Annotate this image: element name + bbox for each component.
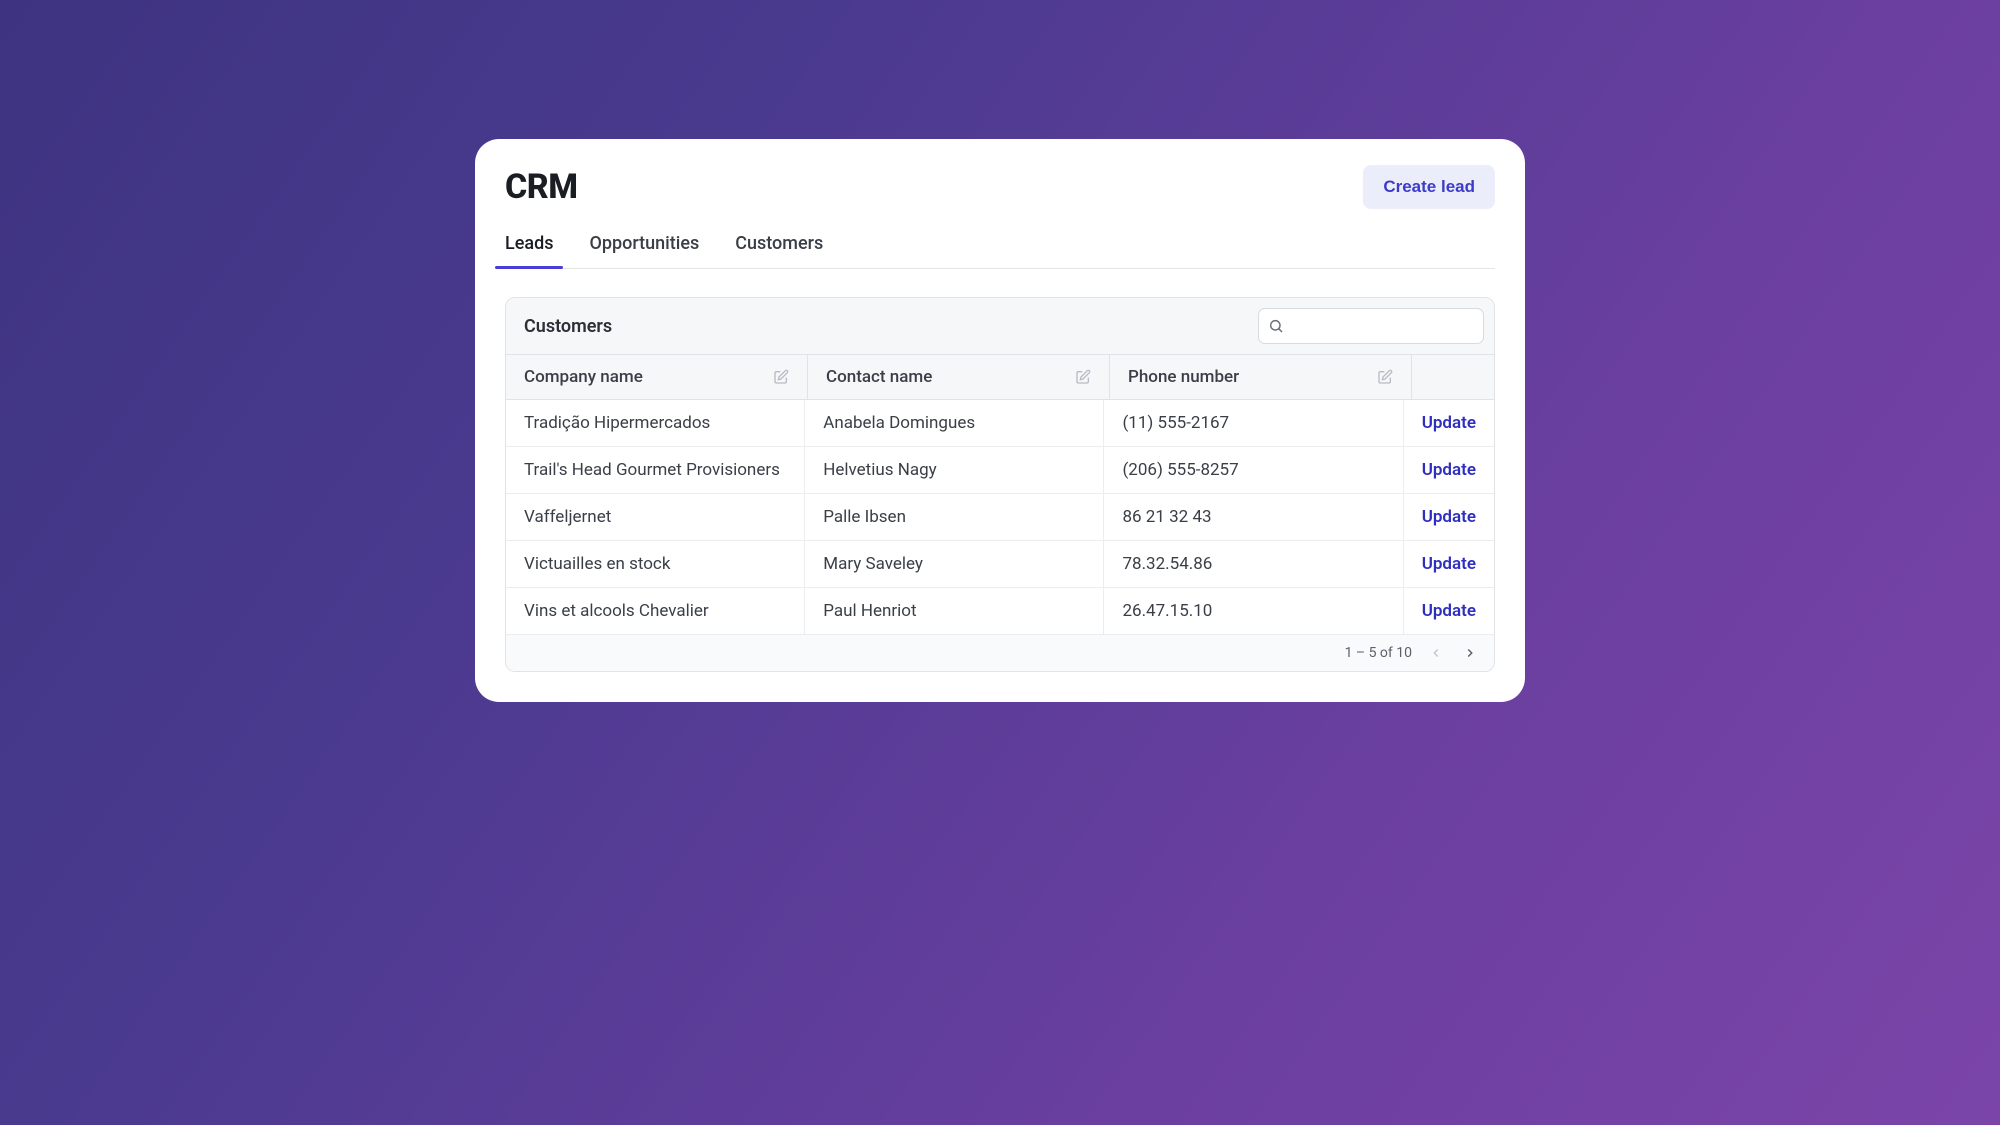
cell-contact: Mary Saveley: [805, 541, 1104, 587]
chevron-right-icon: [1463, 646, 1477, 660]
update-button[interactable]: Update: [1422, 601, 1476, 621]
customers-table: Customers Company name Contact name: [505, 297, 1495, 672]
tab-customers[interactable]: Customers: [735, 233, 823, 268]
table-row: Vaffeljernet Palle Ibsen 86 21 32 43 Upd…: [506, 494, 1494, 541]
pagination-prev-button[interactable]: [1426, 643, 1446, 663]
cell-contact: Anabela Domingues: [805, 400, 1104, 446]
col-phone-label: Phone number: [1128, 367, 1239, 387]
cell-actions: Update: [1404, 494, 1494, 540]
table-header: Customers: [506, 298, 1494, 355]
table-row: Vins et alcools Chevalier Paul Henriot 2…: [506, 588, 1494, 635]
col-phone[interactable]: Phone number: [1110, 355, 1412, 399]
tabs: Leads Opportunities Customers: [505, 233, 1495, 269]
update-button[interactable]: Update: [1422, 554, 1476, 574]
search-icon: [1268, 318, 1284, 334]
table-title: Customers: [524, 316, 612, 337]
cell-actions: Update: [1404, 447, 1494, 493]
edit-icon: [1377, 369, 1393, 385]
page-title: CRM: [505, 167, 578, 207]
search-wrap: [1258, 308, 1484, 344]
cell-company: Tradição Hipermercados: [506, 400, 805, 446]
cell-contact: Helvetius Nagy: [805, 447, 1104, 493]
cell-phone: (11) 555-2167: [1104, 400, 1403, 446]
search-input[interactable]: [1258, 308, 1484, 344]
crm-card: CRM Create lead Leads Opportunities Cust…: [475, 139, 1525, 702]
table-row: Trail's Head Gourmet Provisioners Helvet…: [506, 447, 1494, 494]
table-row: Tradição Hipermercados Anabela Domingues…: [506, 400, 1494, 447]
update-button[interactable]: Update: [1422, 460, 1476, 480]
cell-company: Vaffeljernet: [506, 494, 805, 540]
header-row: CRM Create lead: [505, 165, 1495, 209]
col-contact[interactable]: Contact name: [808, 355, 1110, 399]
edit-icon: [1075, 369, 1091, 385]
create-lead-button[interactable]: Create lead: [1363, 165, 1495, 209]
cell-actions: Update: [1404, 541, 1494, 587]
pagination: 1 – 5 of 10: [506, 635, 1494, 671]
tab-opportunities[interactable]: Opportunities: [589, 233, 699, 268]
table-row: Victuailles en stock Mary Saveley 78.32.…: [506, 541, 1494, 588]
cell-phone: (206) 555-8257: [1104, 447, 1403, 493]
col-actions: [1412, 355, 1494, 399]
col-company[interactable]: Company name: [506, 355, 808, 399]
cell-company: Trail's Head Gourmet Provisioners: [506, 447, 805, 493]
cell-actions: Update: [1404, 400, 1494, 446]
cell-phone: 86 21 32 43: [1104, 494, 1403, 540]
cell-actions: Update: [1404, 588, 1494, 634]
col-contact-label: Contact name: [826, 367, 932, 387]
edit-icon: [773, 369, 789, 385]
update-button[interactable]: Update: [1422, 413, 1476, 433]
tab-leads[interactable]: Leads: [505, 233, 553, 268]
cell-contact: Palle Ibsen: [805, 494, 1104, 540]
cell-contact: Paul Henriot: [805, 588, 1104, 634]
column-headers: Company name Contact name Phone number: [506, 355, 1494, 400]
cell-company: Vins et alcools Chevalier: [506, 588, 805, 634]
cell-company: Victuailles en stock: [506, 541, 805, 587]
col-company-label: Company name: [524, 367, 643, 387]
cell-phone: 26.47.15.10: [1104, 588, 1403, 634]
update-button[interactable]: Update: [1422, 507, 1476, 527]
pagination-next-button[interactable]: [1460, 643, 1480, 663]
chevron-left-icon: [1429, 646, 1443, 660]
cell-phone: 78.32.54.86: [1104, 541, 1403, 587]
pagination-range: 1 – 5 of 10: [1345, 645, 1412, 661]
